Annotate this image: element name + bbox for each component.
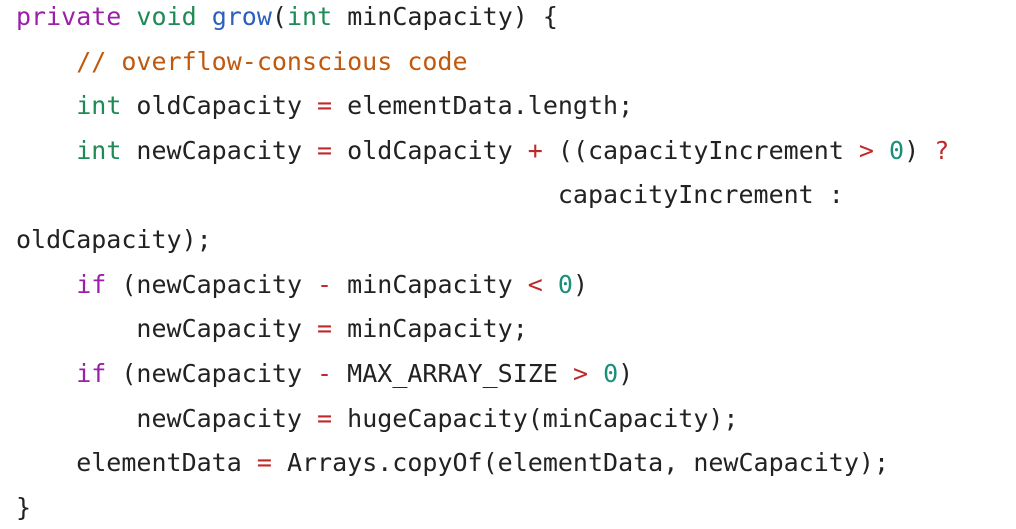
code-token: hugeCapacity(minCapacity); bbox=[332, 404, 739, 433]
code-token: minCapacity; bbox=[332, 314, 528, 343]
code-token: oldCapacity bbox=[121, 91, 318, 120]
code-token: grow bbox=[211, 2, 272, 31]
code-token: int bbox=[286, 2, 333, 31]
code-block: private void grow(int minCapacity) { // … bbox=[0, 0, 1016, 529]
code-token: (newCapacity bbox=[106, 359, 318, 388]
code-token: ) bbox=[618, 359, 634, 388]
code-token: elementData bbox=[16, 448, 257, 477]
code-token: Arrays.copyOf(elementData, newCapacity); bbox=[271, 448, 889, 477]
code-token: = bbox=[256, 448, 272, 477]
code-token: minCapacity bbox=[332, 270, 528, 299]
code-token: // overflow-conscious code bbox=[16, 47, 468, 76]
code-token: 0 bbox=[603, 359, 619, 388]
code-token: < bbox=[527, 270, 543, 299]
code-line-4: int newCapacity = oldCapacity + ((capaci… bbox=[16, 134, 949, 168]
code-line-10: newCapacity = hugeCapacity(minCapacity); bbox=[16, 402, 738, 436]
code-token: elementData.length; bbox=[332, 91, 634, 120]
code-token: = bbox=[317, 404, 333, 433]
code-token: = bbox=[317, 136, 333, 165]
code-token: int bbox=[76, 91, 122, 120]
code-token: = bbox=[317, 314, 333, 343]
code-token: oldCapacity bbox=[332, 136, 528, 165]
code-token: newCapacity bbox=[16, 314, 318, 343]
code-token: ( bbox=[271, 2, 287, 31]
code-token: newCapacity bbox=[121, 136, 318, 165]
code-token: if bbox=[76, 359, 107, 388]
code-line-11: elementData = Arrays.copyOf(elementData,… bbox=[16, 446, 889, 480]
code-line-8: newCapacity = minCapacity; bbox=[16, 312, 528, 346]
code-token: oldCapacity); bbox=[16, 225, 212, 254]
code-token: } bbox=[16, 493, 32, 522]
code-token: void bbox=[136, 2, 197, 31]
code-token: ) bbox=[572, 270, 589, 299]
code-line-9: if (newCapacity - MAX_ARRAY_SIZE > 0) bbox=[16, 357, 633, 391]
code-token: + bbox=[527, 136, 543, 165]
code-token: - bbox=[317, 270, 333, 299]
code-token: int bbox=[76, 136, 122, 165]
code-token: newCapacity bbox=[16, 404, 318, 433]
code-token: ? bbox=[934, 136, 950, 165]
code-token: > bbox=[858, 136, 874, 165]
code-token: > bbox=[572, 359, 588, 388]
code-line-7: if (newCapacity - minCapacity < 0) bbox=[16, 268, 588, 302]
code-line-2: // overflow-conscious code bbox=[16, 45, 468, 79]
code-token: (newCapacity bbox=[106, 270, 318, 299]
code-line-5: capacityIncrement : bbox=[16, 178, 844, 212]
code-token: ) bbox=[904, 136, 935, 165]
code-token: = bbox=[317, 91, 333, 120]
code-line-3: int oldCapacity = elementData.length; bbox=[16, 89, 633, 123]
code-token: MAX_ARRAY_SIZE bbox=[332, 359, 573, 388]
code-token: if bbox=[76, 270, 107, 299]
code-token: 0 bbox=[889, 136, 905, 165]
code-token: 0 bbox=[557, 270, 573, 299]
code-token: minCapacity) { bbox=[332, 2, 558, 31]
code-line-1: private void grow(int minCapacity) { bbox=[16, 0, 558, 34]
code-token: - bbox=[317, 359, 333, 388]
code-token: capacityIncrement : bbox=[16, 180, 844, 209]
code-line-12: } bbox=[16, 491, 31, 525]
code-token: ((capacityIncrement bbox=[542, 136, 859, 165]
code-line-6: oldCapacity); bbox=[16, 223, 212, 257]
code-token: private bbox=[16, 2, 122, 31]
